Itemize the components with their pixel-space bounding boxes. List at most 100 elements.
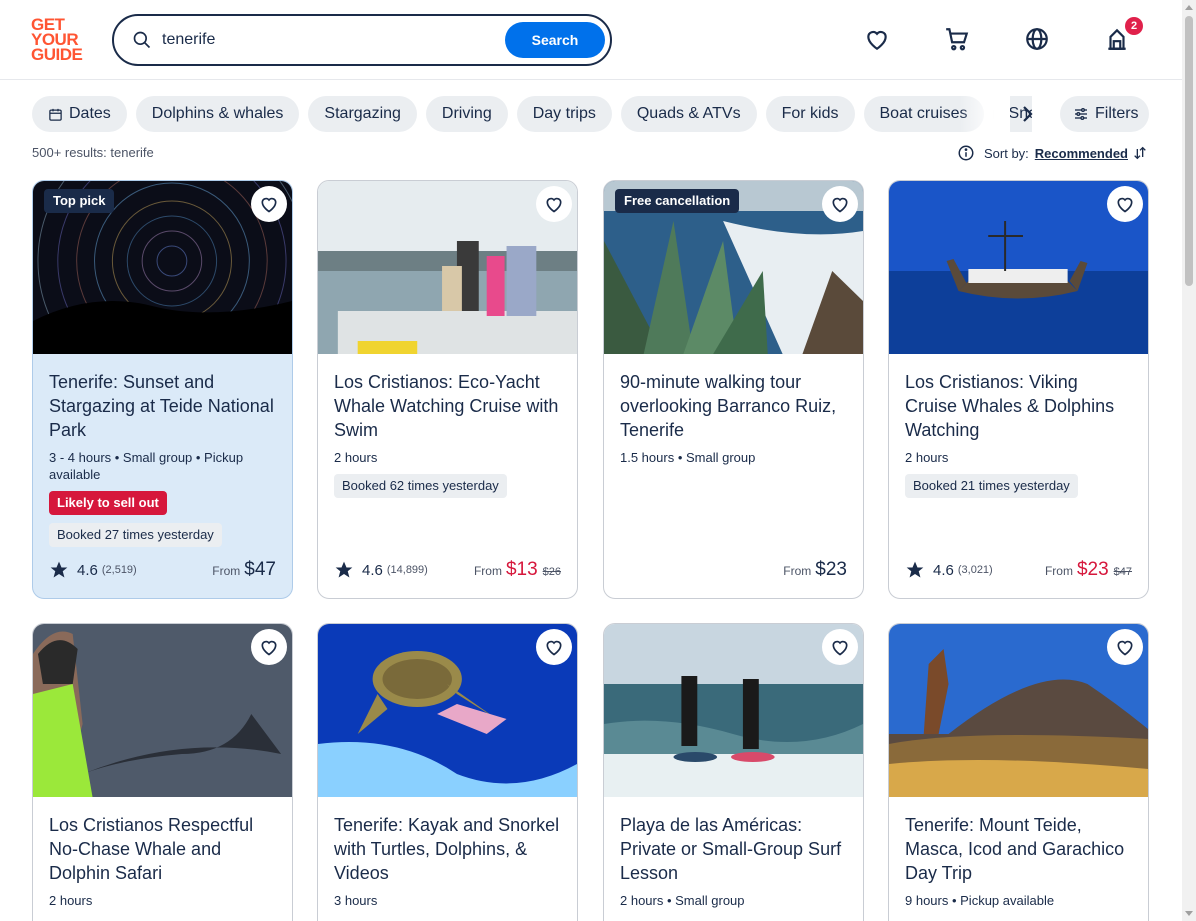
info-icon[interactable] <box>957 144 975 162</box>
activity-meta: 3 - 4 hours • Small group • Pickup avail… <box>49 450 244 482</box>
wishlist-button[interactable] <box>251 629 287 665</box>
activity-title[interactable]: Tenerife: Sunset and Stargazing at Teide… <box>49 370 278 442</box>
original-price: $26 <box>542 566 561 578</box>
price-from-label: From <box>783 564 812 578</box>
results-count: 500+ results: tenerife <box>32 145 154 160</box>
site-header: GET YOUR GUIDE Search 2 <box>0 0 1182 80</box>
filters-label: Filters <box>1095 105 1139 122</box>
activity-meta: 3 hours <box>334 893 378 908</box>
sell-out-badge: Likely to sell out <box>49 491 167 515</box>
filters-button[interactable]: Filters <box>1060 96 1149 132</box>
sliders-icon <box>1075 108 1087 120</box>
heart-icon[interactable] <box>864 26 890 52</box>
booked-badge: Booked 27 times yesterday <box>49 523 222 547</box>
scrollbar-thumb[interactable] <box>1185 16 1193 286</box>
category-chips: Dates Dolphins & whales Stargazing Drivi… <box>32 96 1032 132</box>
wishlist-button[interactable] <box>536 186 572 222</box>
heart-icon <box>261 640 277 656</box>
getyourguide-logo[interactable]: GET YOUR GUIDE <box>31 16 91 64</box>
activity-title[interactable]: Los Cristianos Respectful No-Chase Whale… <box>49 813 278 885</box>
activity-card[interactable]: Playa de las Américas: Private or Small-… <box>603 623 864 921</box>
activity-card[interactable]: Top pick Tenerife: Sunset and Stargazing… <box>32 180 293 599</box>
review-count: (14,899) <box>386 564 428 576</box>
heart-icon <box>261 197 277 213</box>
star-icon <box>906 561 924 578</box>
activity-card[interactable]: Tenerife: Mount Teide, Masca, Icod and G… <box>888 623 1149 921</box>
activity-meta: 1.5 hours • Small group <box>620 450 756 465</box>
chip-for-kids[interactable]: For kids <box>765 96 855 132</box>
activity-title[interactable]: Tenerife: Kayak and Snorkel with Turtles… <box>334 813 563 885</box>
search-icon <box>133 31 151 49</box>
activity-card[interactable]: Los Cristianos: Eco-Yacht Whale Watching… <box>317 180 578 599</box>
top-pick-badge: Top pick <box>44 189 115 213</box>
wishlist-button[interactable] <box>1107 186 1143 222</box>
sale-price: $23 <box>1076 559 1109 580</box>
activity-card[interactable]: Los Cristianos Respectful No-Chase Whale… <box>32 623 293 921</box>
price-from-label: From <box>212 564 241 578</box>
sort-arrows-icon[interactable] <box>1132 145 1148 161</box>
booked-badge: Booked 21 times yesterday <box>905 474 1078 498</box>
scroll-down-arrow[interactable] <box>1185 911 1193 916</box>
review-count: (3,021) <box>957 564 993 576</box>
booked-badge: Booked 62 times yesterday <box>334 474 507 498</box>
sort-value[interactable]: Recommended <box>1035 146 1128 161</box>
wishlist-button[interactable] <box>1107 629 1143 665</box>
heart-icon <box>832 640 848 656</box>
wishlist-button[interactable] <box>251 186 287 222</box>
search-input[interactable] <box>162 31 492 49</box>
chip-day-trips[interactable]: Day trips <box>516 96 612 132</box>
star-icon <box>335 561 353 578</box>
price: $23 <box>815 559 847 580</box>
activity-meta: 2 hours • Small group <box>620 893 745 908</box>
chip-dolphins-whales[interactable]: Dolphins & whales <box>135 96 300 132</box>
rating: 4.6 <box>362 561 383 579</box>
activity-meta: 2 hours <box>49 893 93 908</box>
chip-driving[interactable]: Driving <box>425 96 508 132</box>
activity-title[interactable]: Tenerife: Mount Teide, Masca, Icod and G… <box>905 813 1134 885</box>
logo-line-3: GUIDE <box>31 45 83 64</box>
activity-title[interactable]: Los Cristianos: Eco-Yacht Whale Watching… <box>334 370 563 442</box>
scroll-up-arrow[interactable] <box>1185 5 1193 10</box>
activity-meta: 9 hours • Pickup available <box>905 893 1055 908</box>
heart-icon <box>1117 197 1133 213</box>
activity-meta: 2 hours <box>905 450 949 465</box>
heart-icon <box>832 197 848 213</box>
price-from-label: From <box>1044 564 1073 578</box>
cart-icon[interactable] <box>944 26 970 52</box>
activity-title[interactable]: Los Cristianos: Viking Cruise Whales & D… <box>905 370 1134 442</box>
sort-label: Sort by: <box>984 145 1029 161</box>
chip-dates[interactable]: Dates <box>32 96 127 132</box>
heart-icon <box>1117 640 1133 656</box>
globe-icon[interactable] <box>1024 26 1050 52</box>
chevron-right-icon[interactable] <box>1015 102 1039 126</box>
activity-title[interactable]: 90-minute walking tour overlooking Barra… <box>620 370 849 442</box>
search-bar: Search <box>112 14 612 66</box>
chip-quads-atvs[interactable]: Quads & ATVs <box>620 96 757 132</box>
rating: 4.6 <box>933 561 954 579</box>
search-button[interactable]: Search <box>505 22 605 58</box>
sale-price: $13 <box>505 559 538 580</box>
star-icon <box>50 561 68 578</box>
activity-title[interactable]: Playa de las Américas: Private or Small-… <box>620 813 849 885</box>
heart-icon <box>546 640 562 656</box>
chips-fade <box>960 96 1010 132</box>
activity-card[interactable]: Free cancellation 90-minute walking tour… <box>603 180 864 599</box>
bookings-count-badge: 2 <box>1125 17 1143 35</box>
price: $47 <box>244 559 276 580</box>
rating: 4.6 <box>77 561 98 579</box>
wishlist-button[interactable] <box>822 629 858 665</box>
review-count: (2,519) <box>101 564 137 576</box>
free-cancellation-badge: Free cancellation <box>615 189 740 213</box>
chip-stargazing[interactable]: Stargazing <box>308 96 417 132</box>
activity-card[interactable]: Los Cristianos: Viking Cruise Whales & D… <box>888 180 1149 599</box>
activity-card[interactable]: Tenerife: Kayak and Snorkel with Turtles… <box>317 623 578 921</box>
original-price: $47 <box>1113 566 1132 578</box>
sort-control: Sort by: Recommended <box>957 144 1148 162</box>
wishlist-button[interactable] <box>822 186 858 222</box>
activity-meta: 2 hours <box>334 450 378 465</box>
calendar-icon <box>49 108 62 121</box>
chip-label: Dates <box>69 105 111 122</box>
page-scrollbar[interactable] <box>1182 0 1196 921</box>
wishlist-button[interactable] <box>536 629 572 665</box>
heart-icon <box>546 197 562 213</box>
